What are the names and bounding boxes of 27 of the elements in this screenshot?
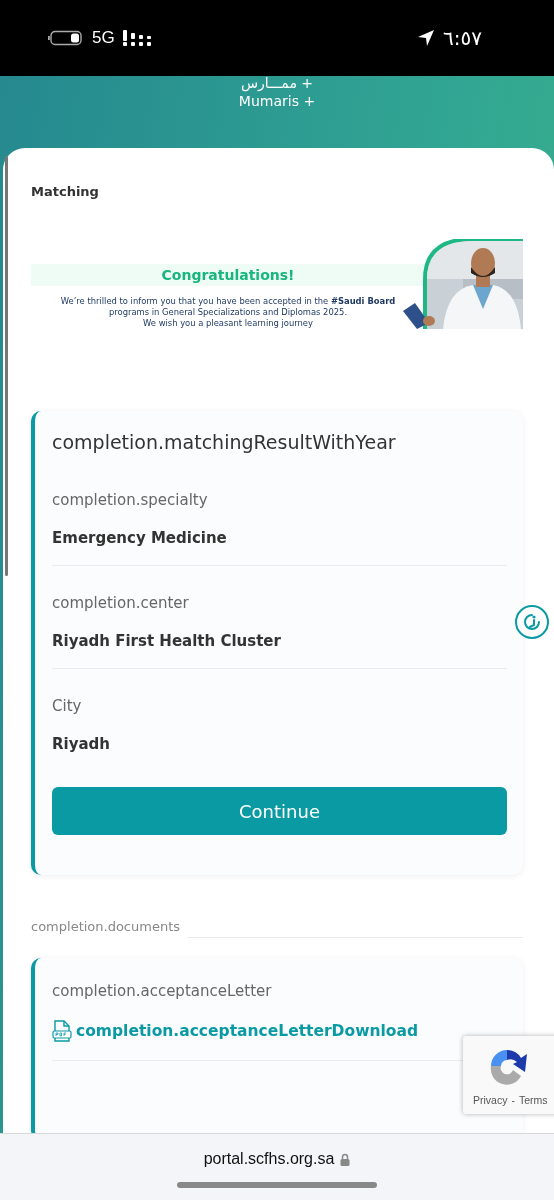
battery-icon xyxy=(48,30,84,46)
field-label: City xyxy=(52,697,83,715)
field-label: completion.center xyxy=(52,594,190,612)
url-text[interactable]: portal.scfhs.org.sa xyxy=(203,1150,335,1168)
separator: - xyxy=(511,1094,515,1106)
field-value: Riyadh xyxy=(52,735,111,753)
field-value: Riyadh First Health Cluster xyxy=(52,632,282,650)
field-value: Emergency Medicine xyxy=(52,529,228,547)
field-label: completion.specialty xyxy=(52,491,209,509)
logo-arabic: ممـــارس + xyxy=(240,74,314,92)
banner-message: We’re thrilled to inform you that you have been accepted in the #Saudi Board programs in General Specializations and Diplomas 2025. xyxy=(59,296,397,318)
location-arrow-icon xyxy=(417,29,436,47)
lock-icon xyxy=(340,1152,351,1166)
terms-link[interactable]: Terms xyxy=(518,1094,548,1106)
field-label: completion.acceptanceLetter xyxy=(52,982,273,1000)
clock: ٦:٥٧ xyxy=(443,26,482,50)
signal-icon xyxy=(122,30,151,46)
card-title: completion.matchingResultWithYear xyxy=(52,431,397,453)
banner-closing: We wish you a pleasant learning journey xyxy=(143,318,313,329)
congratulations-heading: Congratulations! xyxy=(31,264,425,286)
accessibility-icon xyxy=(521,611,543,633)
network-label: 5G xyxy=(92,28,115,48)
privacy-link[interactable]: Privacy xyxy=(473,1094,508,1106)
section-heading: completion.documents xyxy=(31,919,181,934)
pdf-file-icon xyxy=(52,1020,72,1042)
page-title: Matching xyxy=(31,184,100,199)
logo-text: Mumaris + xyxy=(238,92,316,110)
